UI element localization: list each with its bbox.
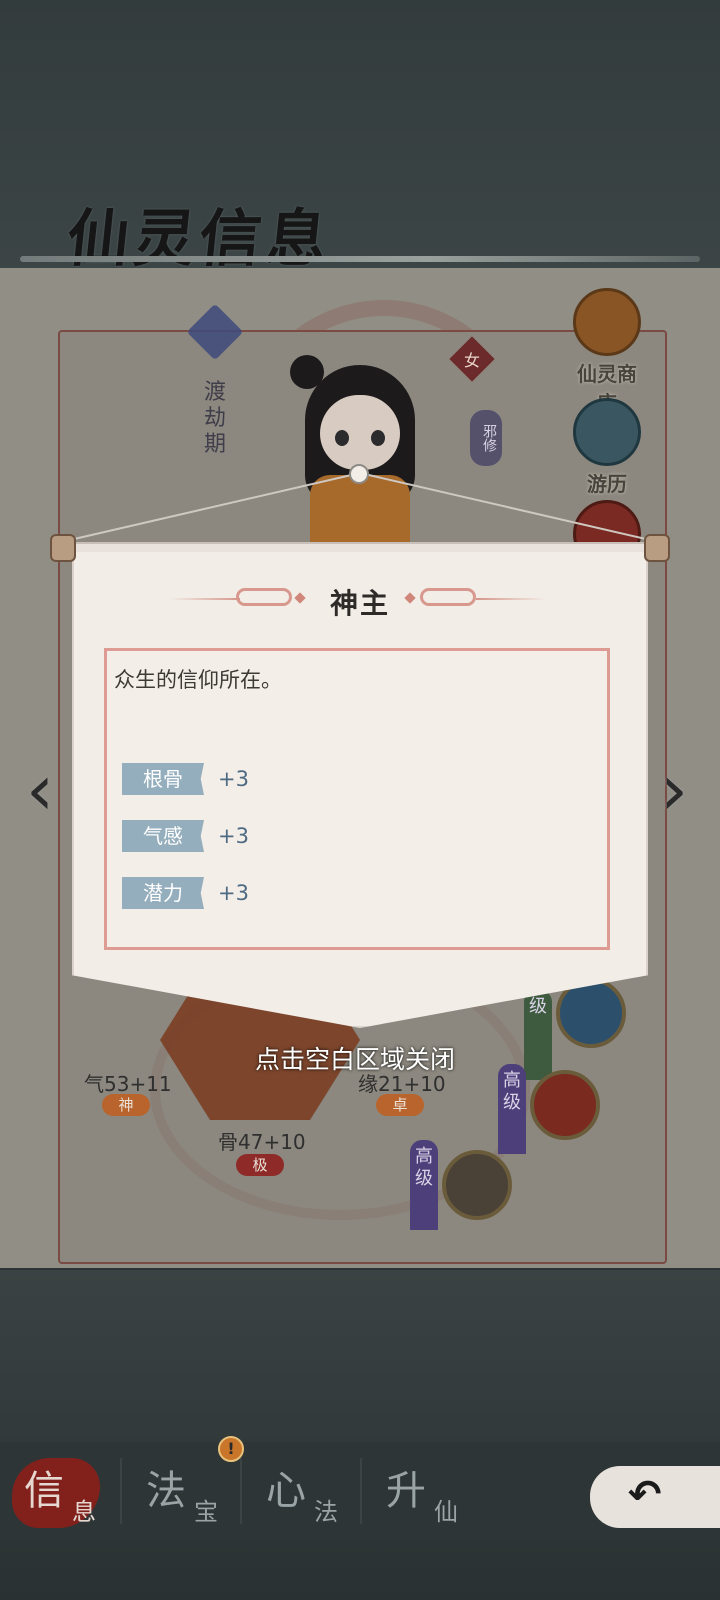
- nav-tab-method-small: 法: [314, 1498, 338, 1526]
- back-button[interactable]: ↶: [590, 1466, 720, 1528]
- travel-label: 游历: [587, 472, 627, 496]
- back-arrow-icon: ↶: [628, 1472, 662, 1518]
- travel-button[interactable]: 游历: [572, 398, 642, 497]
- scroll-rod-cap-left: [50, 534, 76, 562]
- nav-tab-treasure-small: 宝: [194, 1498, 218, 1526]
- dialog-description: 众生的信仰所在。: [114, 668, 282, 692]
- bottom-backdrop: [0, 1270, 720, 1600]
- title-ornament-scroll-right: [420, 588, 476, 606]
- right-eye: [371, 430, 385, 446]
- alignment-badge: 邪修: [470, 410, 502, 466]
- scroll-rod-cap-right: [644, 534, 670, 562]
- mountain-icon[interactable]: [442, 1150, 512, 1220]
- stat-gu: 骨47+10: [218, 1130, 306, 1154]
- scroll-rod-bar: [60, 542, 660, 552]
- nav-tab-info-big: 信: [24, 1468, 64, 1514]
- hanging-pin: [349, 464, 369, 484]
- title-ornament-scroll-left: [236, 588, 292, 606]
- shop-icon: [573, 288, 641, 356]
- nav-tab-info-small: 息: [72, 1498, 96, 1526]
- fire-icon[interactable]: [530, 1070, 600, 1140]
- title-ornament-line-right: [476, 598, 546, 600]
- gender-label: 女: [463, 351, 480, 370]
- attribute-name: 根骨: [122, 763, 204, 795]
- spirit-shop-button[interactable]: 仙灵商店: [572, 288, 642, 416]
- nav-tab-ascend-small: 仙: [434, 1498, 458, 1526]
- dialog-title: 神主: [329, 587, 390, 620]
- nav-tab-method-big: 心: [266, 1468, 306, 1514]
- title-ornament-line-left: [170, 598, 240, 600]
- travel-icon: [573, 398, 641, 466]
- left-eye: [335, 430, 349, 446]
- attribute-value: +3: [218, 881, 249, 905]
- prev-arrow-icon[interactable]: ‹: [18, 755, 62, 825]
- nav-tab-treasure-big: 法: [146, 1468, 186, 1514]
- attribute-name: 气感: [122, 820, 204, 852]
- attribute-value: +3: [218, 824, 249, 848]
- nav-tab-info[interactable]: 信 息: [0, 1442, 118, 1540]
- treasure-alert-badge: !: [218, 1436, 244, 1462]
- title-divider: [20, 256, 700, 262]
- close-hint[interactable]: 点击空白区域关闭: [0, 1040, 710, 1076]
- scroll-rod: [50, 534, 670, 562]
- nav-tab-ascend-big: 升: [386, 1468, 426, 1514]
- skill-grade-3: 高级: [410, 1140, 438, 1230]
- character-portrait[interactable]: [285, 345, 435, 545]
- stat-yuan-tag: 卓: [376, 1094, 424, 1116]
- attribute-name: 潜力: [122, 877, 204, 909]
- face: [320, 395, 400, 470]
- realm-label: 渡劫期: [203, 380, 226, 457]
- nav-tab-ascend[interactable]: 升 仙: [362, 1442, 480, 1540]
- attribute-value: +3: [218, 767, 249, 791]
- next-arrow-icon[interactable]: ›: [652, 755, 696, 825]
- nav-tab-method[interactable]: 心 法: [242, 1442, 360, 1540]
- skill-grade-2: 高级: [498, 1064, 526, 1154]
- title-banner: 仙灵信息: [20, 180, 700, 275]
- page-title: 仙灵信息: [63, 202, 336, 275]
- stat-gu-tag: 极: [236, 1154, 284, 1176]
- stat-qi-tag: 神: [102, 1094, 150, 1116]
- gender-badge: 女: [449, 336, 495, 382]
